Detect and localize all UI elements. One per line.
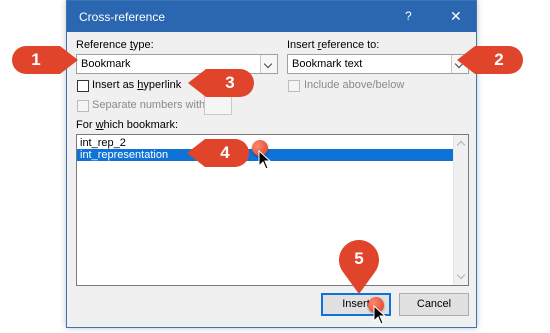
dialog-title: Cross-reference: [79, 10, 166, 24]
callout-1: 1: [12, 46, 78, 74]
close-button[interactable]: ✕: [450, 8, 462, 25]
separate-numbers-label: Separate numbers with: [92, 99, 206, 111]
separator-input[interactable]: [204, 95, 232, 115]
scroll-up-icon[interactable]: [456, 140, 466, 150]
title-bar: Cross-reference ? ✕: [67, 1, 476, 32]
include-above-below-checkbox[interactable]: [288, 80, 300, 92]
callout-3-number: 3: [225, 73, 235, 92]
cancel-button[interactable]: Cancel: [399, 293, 469, 316]
mouse-cursor-icon: [373, 305, 387, 325]
for-which-bookmark-label: For which bookmark:: [76, 119, 179, 131]
insert-as-hyperlink-checkbox[interactable]: [77, 80, 89, 92]
reference-type-value: Bookmark: [81, 58, 131, 70]
help-button[interactable]: ?: [405, 9, 412, 23]
insert-as-hyperlink-label[interactable]: Insert as hyperlink: [92, 79, 181, 91]
mouse-cursor-icon: [258, 150, 272, 170]
callout-3: 3: [188, 69, 254, 97]
callout-5: 5: [339, 240, 379, 294]
callout-1-number: 1: [31, 50, 41, 69]
insert-reference-to-dropdown[interactable]: Bookmark text: [287, 54, 469, 74]
separate-numbers-checkbox[interactable]: [77, 100, 89, 112]
callout-2-number: 2: [494, 50, 504, 69]
reference-type-label: Reference type:: [76, 39, 154, 51]
callout-4-number: 4: [220, 143, 230, 162]
callout-2: 2: [457, 46, 523, 74]
chevron-down-icon[interactable]: [260, 55, 277, 73]
scrollbar[interactable]: [453, 135, 468, 285]
insert-reference-to-value: Bookmark text: [292, 58, 363, 70]
scroll-down-icon[interactable]: [456, 270, 466, 280]
callout-4: 4: [187, 139, 249, 167]
insert-reference-to-label: Insert reference to:: [287, 39, 380, 51]
bookmark-list[interactable]: int_rep_2 int_representation: [76, 134, 469, 286]
callout-5-number: 5: [354, 249, 364, 268]
include-above-below-label: Include above/below: [304, 79, 405, 91]
